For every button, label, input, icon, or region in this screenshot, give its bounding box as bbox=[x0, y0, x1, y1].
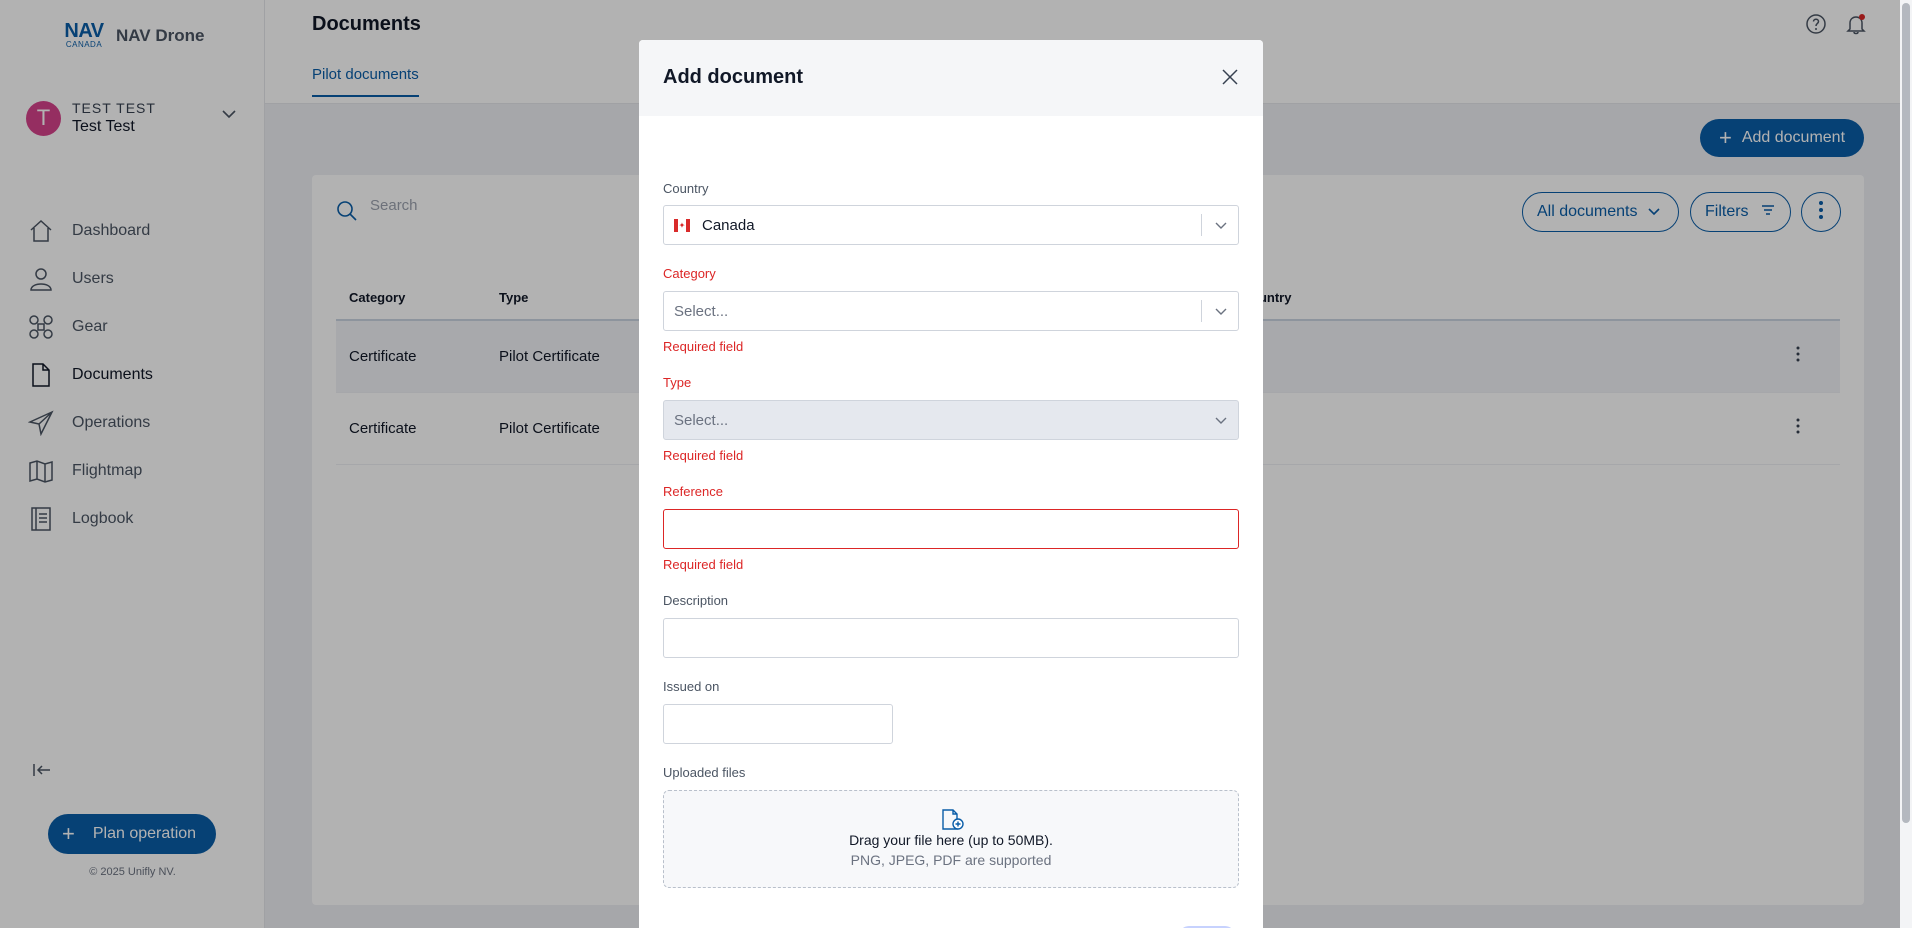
type-label: Type bbox=[663, 375, 692, 390]
uploaded-files-label: Uploaded files bbox=[663, 765, 746, 780]
reference-input[interactable] bbox=[663, 509, 1239, 549]
modal-header: Add document bbox=[639, 40, 1263, 116]
description-input[interactable] bbox=[663, 618, 1239, 658]
scrollbar-thumb[interactable] bbox=[1902, 3, 1910, 823]
issued-on-label: Issued on bbox=[663, 679, 720, 694]
category-placeholder: Select... bbox=[674, 303, 729, 320]
select-divider bbox=[1201, 300, 1202, 322]
category-select[interactable]: Select... bbox=[663, 291, 1239, 331]
canada-flag-icon: ✦ bbox=[674, 219, 690, 232]
file-dropzone[interactable]: Drag your file here (up to 50MB). PNG, J… bbox=[663, 790, 1239, 888]
chevron-down-icon bbox=[1214, 304, 1228, 323]
type-placeholder: Select... bbox=[674, 412, 729, 429]
country-label: Country bbox=[663, 181, 709, 196]
description-label: Description bbox=[663, 593, 729, 608]
chevron-down-icon bbox=[1214, 413, 1228, 432]
close-icon[interactable] bbox=[1221, 68, 1239, 91]
category-error: Required field bbox=[663, 339, 744, 354]
modal-title: Add document bbox=[663, 66, 803, 88]
country-select[interactable]: ✦ Canada bbox=[663, 205, 1239, 245]
add-document-modal: Add document Country ✦ Canada Category S… bbox=[639, 40, 1263, 928]
issued-on-input[interactable] bbox=[663, 704, 893, 744]
country-value: Canada bbox=[702, 217, 755, 234]
dropzone-supported-text: PNG, JPEG, PDF are supported bbox=[850, 852, 1052, 868]
dropzone-text: Drag your file here (up to 50MB). bbox=[849, 832, 1053, 848]
type-error: Required field bbox=[663, 448, 744, 463]
category-label: Category bbox=[663, 266, 716, 281]
reference-error: Required field bbox=[663, 557, 744, 572]
chevron-down-icon bbox=[1214, 218, 1228, 237]
select-divider bbox=[1201, 214, 1202, 236]
type-select[interactable]: Select... bbox=[663, 400, 1239, 440]
reference-label: Reference bbox=[663, 484, 723, 499]
